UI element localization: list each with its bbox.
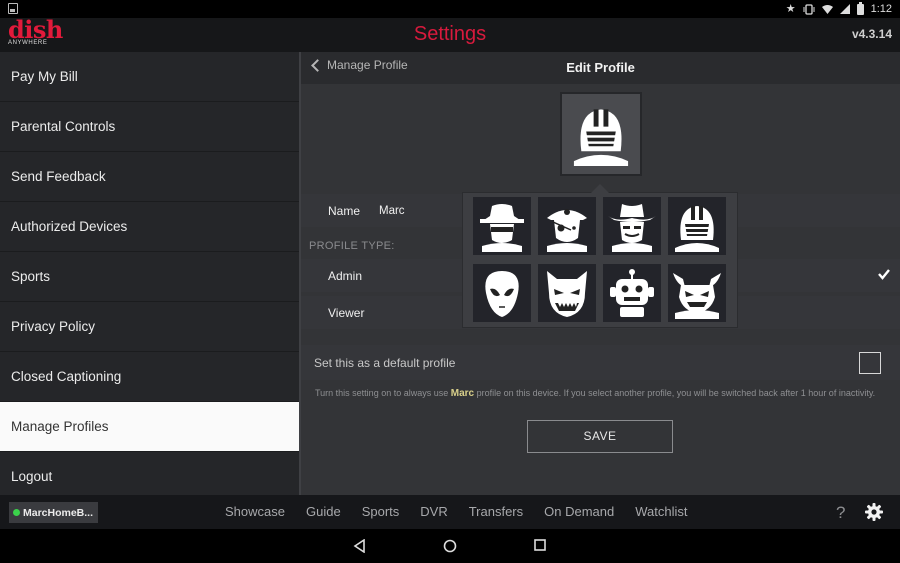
robot-icon bbox=[610, 269, 654, 317]
avatar-option-alien[interactable] bbox=[473, 264, 531, 322]
gear-icon[interactable] bbox=[865, 503, 883, 521]
avatar-option-spy[interactable] bbox=[473, 197, 531, 255]
pirate-icon bbox=[547, 209, 587, 252]
monster-icon bbox=[547, 271, 587, 317]
nav-dvr[interactable]: DVR bbox=[420, 504, 447, 519]
device-status-dot bbox=[13, 509, 20, 516]
sidebar-item-manage-profiles[interactable]: Manage Profiles bbox=[0, 402, 299, 452]
sidebar-item-sports[interactable]: Sports bbox=[0, 252, 299, 302]
sidebar-item-send-feedback[interactable]: Send Feedback bbox=[0, 152, 299, 202]
page-title: Settings bbox=[413, 23, 487, 45]
help-profile-name: Marc bbox=[450, 388, 475, 399]
avatar-option-football-helmet[interactable] bbox=[668, 197, 726, 255]
selected-avatar-button[interactable] bbox=[560, 92, 642, 176]
sidebar-item-pay-my-bill[interactable]: Pay My Bill bbox=[0, 52, 299, 102]
battery-icon bbox=[856, 1, 864, 15]
default-profile-row: Set this as a default profile bbox=[301, 345, 900, 380]
avatar-option-pirate[interactable] bbox=[538, 197, 596, 255]
nav-guide[interactable]: Guide bbox=[306, 504, 341, 519]
avatar-option-demon[interactable] bbox=[668, 264, 726, 322]
name-input[interactable]: Marc bbox=[379, 205, 405, 217]
cowboy-icon bbox=[608, 204, 656, 252]
nav-sports[interactable]: Sports bbox=[362, 504, 400, 519]
avatar-picker bbox=[462, 184, 738, 328]
football-helmet-icon bbox=[675, 206, 719, 252]
football-helmet-icon bbox=[573, 109, 629, 166]
nav-watchlist[interactable]: Watchlist bbox=[635, 504, 687, 519]
bottom-nav: MarcHomeB... Showcase Guide Sports DVR T… bbox=[0, 495, 900, 529]
name-label: Name bbox=[328, 204, 361, 218]
help-icon[interactable]: ? bbox=[836, 503, 845, 523]
star-icon: ★ bbox=[785, 3, 796, 15]
home-circle-icon[interactable] bbox=[443, 539, 457, 553]
signal-icon bbox=[839, 4, 850, 14]
spy-icon bbox=[480, 204, 524, 252]
admin-label: Admin bbox=[328, 269, 363, 283]
vibrate-icon bbox=[803, 3, 815, 15]
avatar-option-cowboy[interactable] bbox=[603, 197, 661, 255]
status-icons: ★ 1:12 bbox=[786, 1, 892, 17]
status-time: 1:12 bbox=[870, 3, 892, 15]
viewer-label: Viewer bbox=[328, 306, 365, 320]
image-notification-icon bbox=[8, 3, 18, 14]
sidebar-item-parental-controls[interactable]: Parental Controls bbox=[0, 102, 299, 152]
device-selector[interactable]: MarcHomeB... bbox=[9, 502, 99, 523]
alien-icon bbox=[485, 271, 519, 317]
checkmark-icon bbox=[878, 269, 890, 280]
default-profile-label: Set this as a default profile bbox=[314, 356, 456, 370]
default-profile-checkbox[interactable] bbox=[859, 352, 881, 374]
status-bar: ★ 1:12 bbox=[0, 0, 900, 18]
edit-profile-title: Edit Profile bbox=[566, 60, 635, 75]
nav-transfers[interactable]: Transfers bbox=[469, 504, 523, 519]
avatar-option-monster[interactable] bbox=[538, 264, 596, 322]
sidebar-item-privacy-policy[interactable]: Privacy Policy bbox=[0, 302, 299, 352]
wifi-icon bbox=[821, 4, 833, 14]
app-header: dish ANYWHERE Settings v4.3.14 bbox=[0, 18, 900, 52]
settings-sidebar: Pay My Bill Parental Controls Send Feedb… bbox=[0, 52, 299, 502]
nav-links: Showcase Guide Sports DVR Transfers On D… bbox=[225, 504, 708, 519]
nav-showcase[interactable]: Showcase bbox=[225, 504, 285, 519]
back-triangle-icon[interactable] bbox=[353, 539, 366, 553]
sidebar-item-authorized-devices[interactable]: Authorized Devices bbox=[0, 202, 299, 252]
avatar-option-robot[interactable] bbox=[603, 264, 661, 322]
sidebar-item-closed-captioning[interactable]: Closed Captioning bbox=[0, 352, 299, 402]
save-button[interactable]: SAVE bbox=[527, 420, 673, 453]
demon-icon bbox=[673, 273, 721, 319]
nav-on-demand[interactable]: On Demand bbox=[544, 504, 614, 519]
panel-header: Manage Profile Edit Profile bbox=[301, 52, 900, 84]
device-label: MarcHomeB... bbox=[23, 506, 94, 519]
version-label: v4.3.14 bbox=[851, 27, 892, 41]
system-nav-bar bbox=[0, 529, 900, 563]
recents-square-icon[interactable] bbox=[534, 539, 546, 551]
profile-type-label: PROFILE TYPE: bbox=[309, 240, 395, 252]
default-profile-help: Turn this setting on to always use Marc … bbox=[315, 388, 876, 399]
